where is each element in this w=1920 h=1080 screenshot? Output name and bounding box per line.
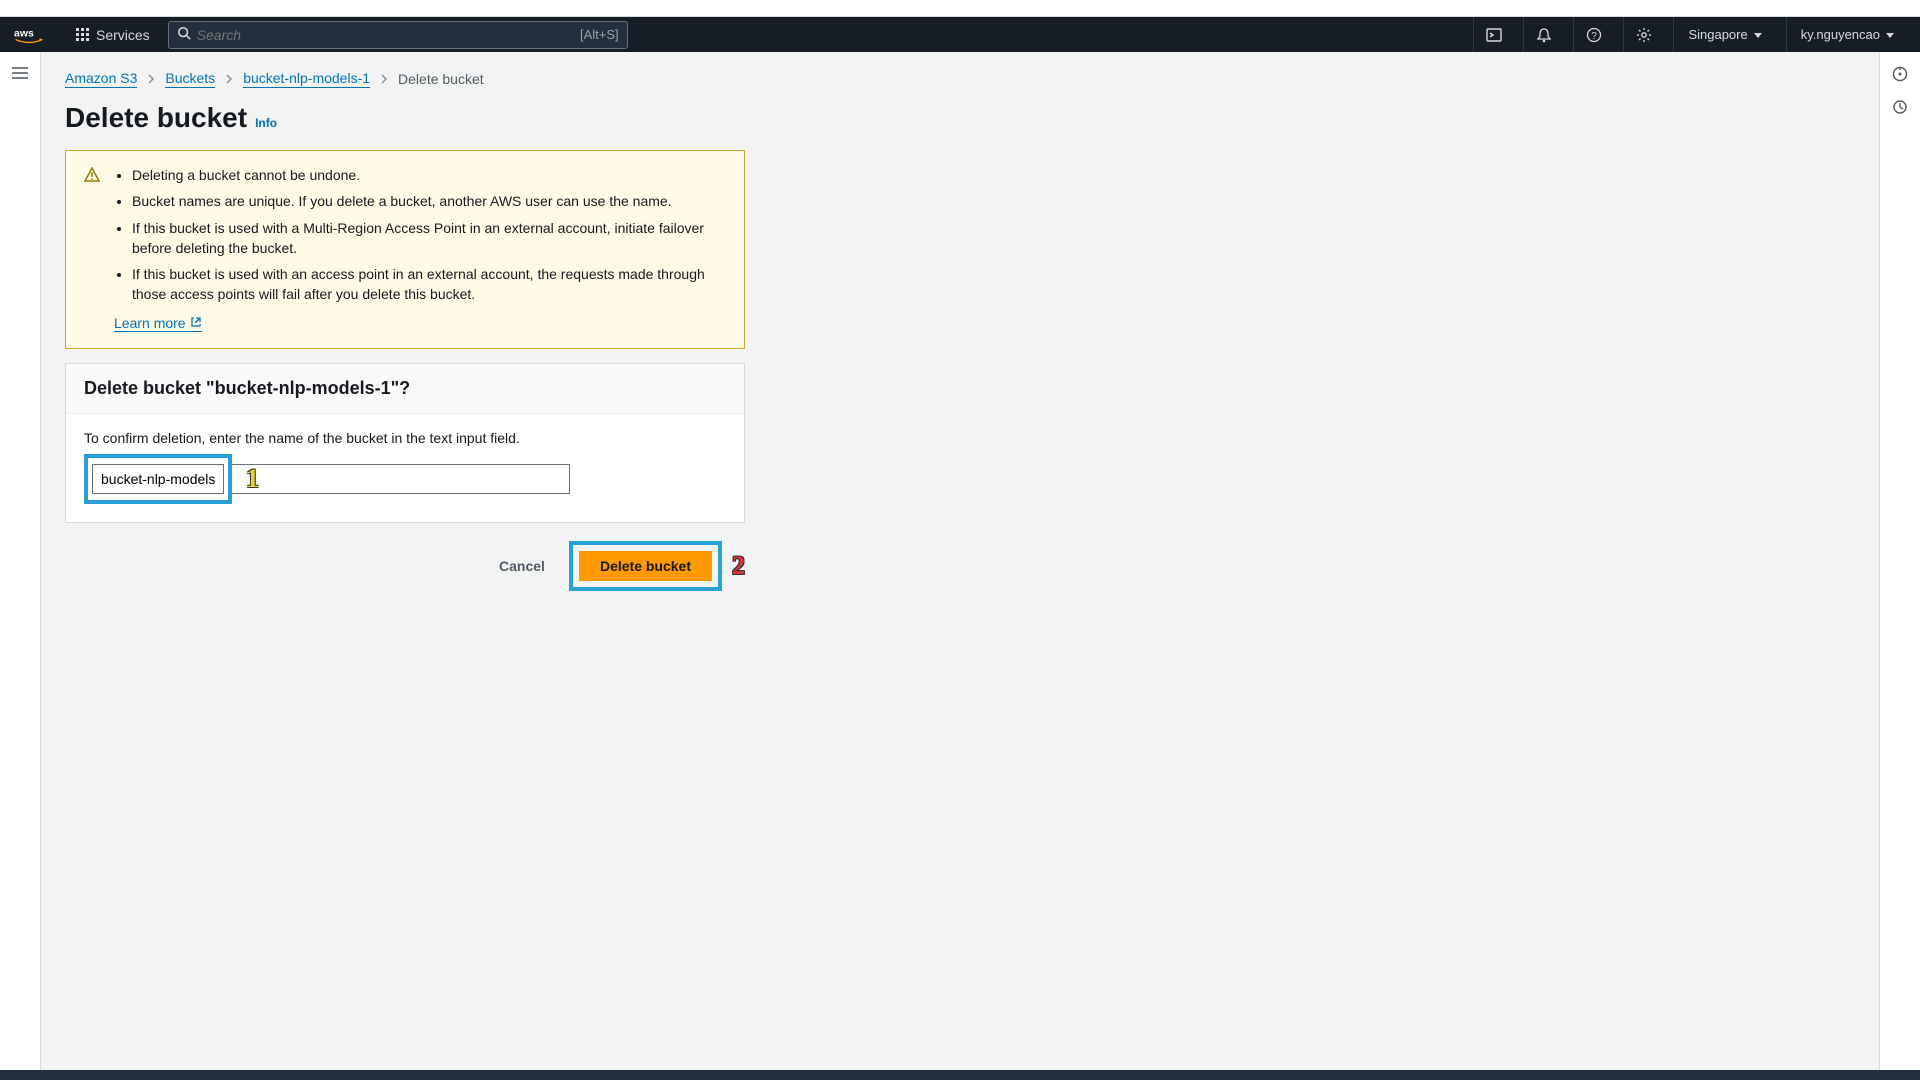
notifications-button[interactable] [1523,17,1563,52]
warning-item: Bucket names are unique. If you delete a… [132,191,726,211]
top-strip [0,0,1920,17]
confirm-input-extension[interactable] [232,464,570,494]
annotation-highlight-1 [84,454,232,504]
settings-button[interactable] [1623,17,1663,52]
region-label: Singapore [1688,27,1747,42]
help-button[interactable]: ? [1573,17,1613,52]
chevron-right-icon [225,74,233,84]
learn-more-label: Learn more [114,315,186,331]
svg-text:aws: aws [14,27,34,39]
chevron-right-icon [147,74,155,84]
page-title: Delete bucket [65,102,247,134]
action-buttons: Cancel Delete bucket 2 [65,541,745,591]
confirm-instruction: To confirm deletion, enter the name of t… [84,430,726,446]
global-nav: aws Services [Alt+S] ? Singapore [0,17,1920,52]
warning-item: If this bucket is used with an access po… [132,264,726,305]
warning-item: Deleting a bucket cannot be undone. [132,165,726,185]
services-menu[interactable]: Services [68,23,158,47]
confirm-bucket-name-input[interactable] [92,464,224,494]
annotation-highlight-2: Delete bucket [569,541,722,591]
global-search[interactable]: [Alt+S] [168,21,628,49]
breadcrumb-link-service[interactable]: Amazon S3 [65,70,137,88]
cancel-button[interactable]: Cancel [489,550,555,582]
warning-icon [84,165,100,332]
chevron-down-icon [1754,27,1762,42]
services-label: Services [96,27,150,43]
confirm-card: Delete bucket "bucket-nlp-models-1"? To … [65,363,745,523]
search-hint: [Alt+S] [580,27,619,42]
learn-more-link[interactable]: Learn more [114,315,202,332]
grid-icon [76,28,90,42]
region-selector[interactable]: Singapore [1673,17,1775,52]
external-link-icon [190,315,202,331]
search-input[interactable] [197,27,574,43]
warning-alert: Deleting a bucket cannot be undone. Buck… [65,150,745,349]
aws-logo[interactable]: aws [12,26,46,44]
chevron-right-icon [380,74,388,84]
preferences-toggle[interactable] [1892,99,1908,118]
confirm-heading: Delete bucket "bucket-nlp-models-1"? [84,378,726,399]
annotation-number-1: 1 [246,464,259,494]
breadcrumb-link-buckets[interactable]: Buckets [165,70,215,88]
bottom-bar [0,1070,1920,1080]
search-icon [177,26,191,43]
breadcrumb-current: Delete bucket [398,71,484,87]
right-rail [1880,52,1920,1072]
help-panel-toggle[interactable] [1892,66,1908,85]
user-label: ky.nguyencao [1801,27,1880,42]
cloudshell-button[interactable] [1473,17,1513,52]
info-link[interactable]: Info [255,116,277,130]
annotation-number-2: 2 [732,551,745,581]
breadcrumb: Amazon S3 Buckets bucket-nlp-models-1 De… [65,70,1855,88]
delete-bucket-button[interactable]: Delete bucket [579,551,712,581]
warning-item: If this bucket is used with a Multi-Regi… [132,218,726,259]
side-nav-toggle[interactable] [12,66,28,83]
chevron-down-icon [1886,27,1894,42]
account-menu[interactable]: ky.nguyencao [1786,17,1908,52]
breadcrumb-link-bucket[interactable]: bucket-nlp-models-1 [243,70,370,88]
left-rail [0,52,40,1072]
svg-text:?: ? [1591,31,1597,42]
main-content: Amazon S3 Buckets bucket-nlp-models-1 De… [40,52,1880,1072]
